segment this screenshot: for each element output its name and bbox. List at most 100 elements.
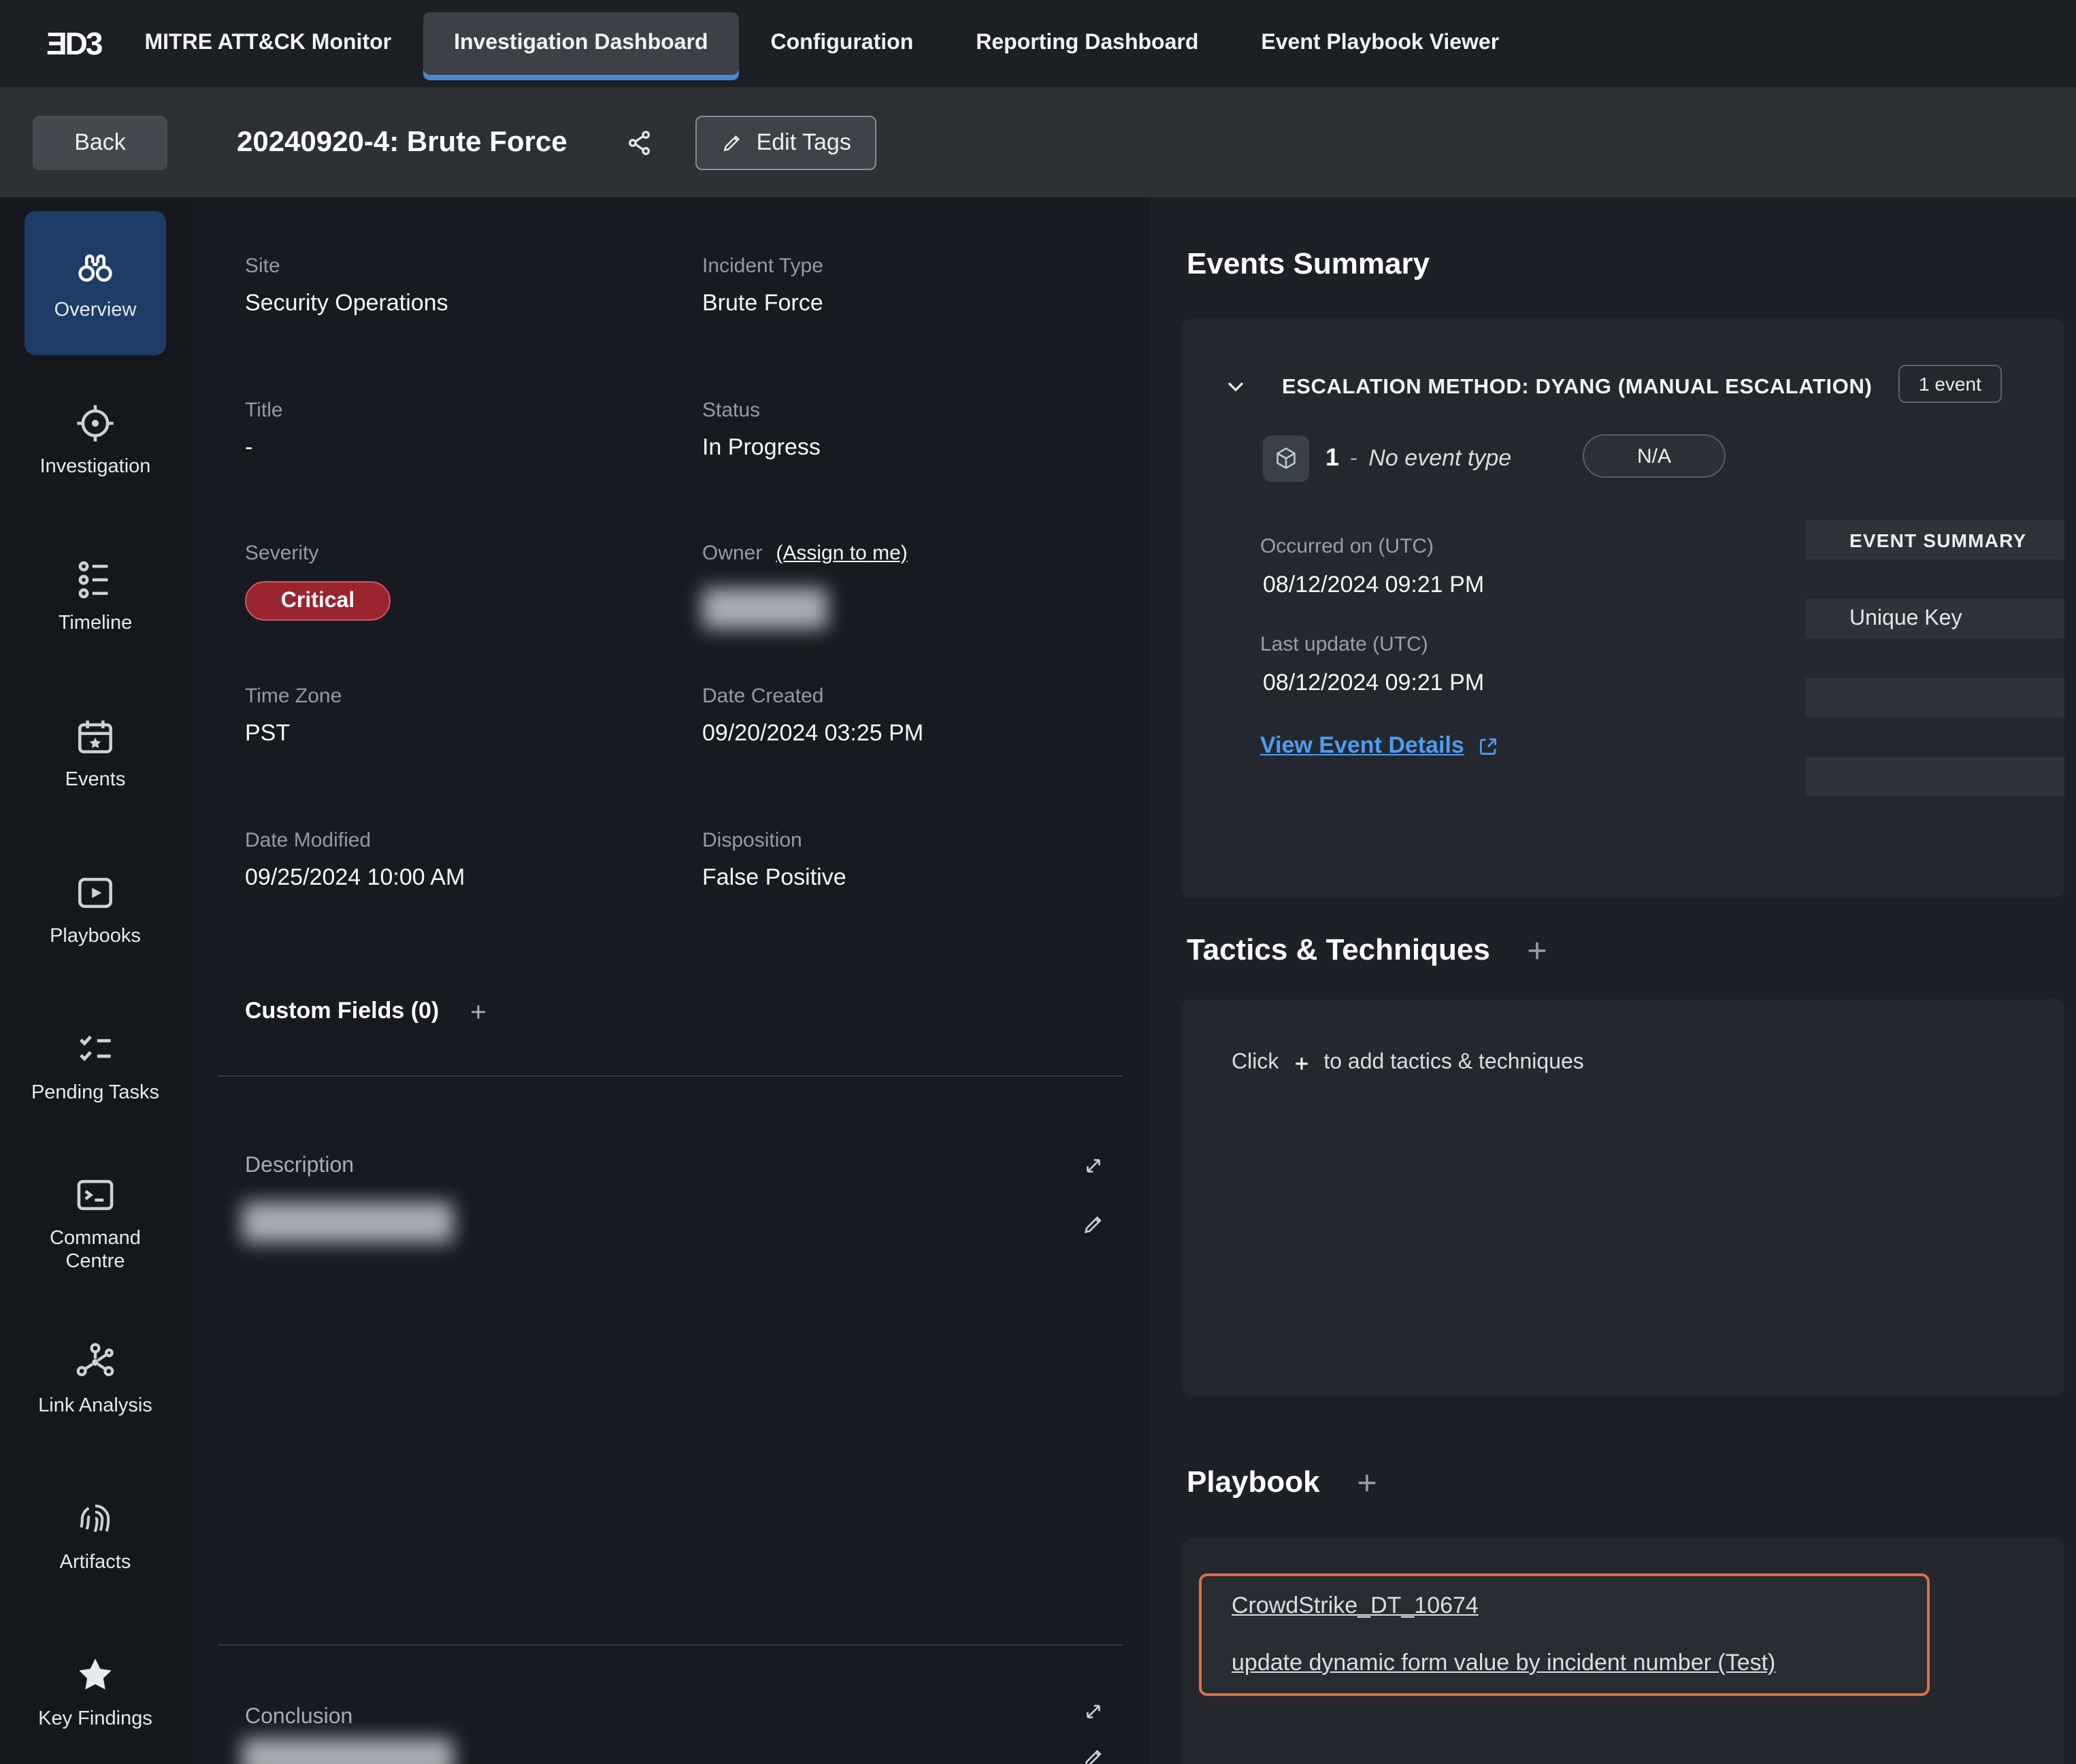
assign-to-me-link[interactable]: (Assign to me) [776, 542, 907, 565]
incident-details-panel: Site Security Operations Incident Type B… [191, 197, 1150, 1764]
share-icon[interactable] [625, 127, 655, 157]
sidebar-item-events[interactable]: Events [24, 681, 166, 825]
timeline-icon [72, 557, 118, 603]
sidebar-item-label: Command Centre [24, 1228, 166, 1273]
sidebar-item-pending-tasks[interactable]: Pending Tasks [24, 994, 166, 1138]
event-dash: - [1350, 444, 1357, 472]
star-icon [72, 1652, 118, 1699]
events-summary-card: ESCALATION METHOD: DYANG (MANUAL ESCALAT… [1181, 318, 2064, 898]
tactics-techniques-title: Tactics & Techniques [1187, 932, 1551, 968]
add-custom-field-icon[interactable] [466, 1000, 489, 1023]
event-summary-table: EVENT SUMMARY Unique Key [1806, 520, 2064, 836]
conclusion-redacted-content [242, 1738, 453, 1764]
event-number: 1 [1325, 444, 1339, 472]
cube-icon [1272, 445, 1300, 472]
field-value: 09/20/2024 03:25 PM [702, 720, 923, 747]
occurred-on-value: 08/12/2024 09:21 PM [1263, 572, 1484, 599]
expand-conclusion-icon[interactable] [1082, 1700, 1105, 1723]
nav-item-configuration[interactable]: Configuration [740, 0, 945, 87]
field-label: Date Modified [245, 829, 465, 852]
sidebar-item-key-findings[interactable]: Key Findings [24, 1620, 166, 1764]
playbook-link-crowdstrike[interactable]: CrowdStrike_DT_10674 [1232, 1592, 1897, 1620]
nav-item-mitre-monitor[interactable]: MITRE ATT&CK Monitor [114, 0, 423, 87]
edit-description-icon[interactable] [1082, 1213, 1105, 1236]
field-incident-type: Incident Type Brute Force [702, 255, 823, 317]
chevron-down-icon[interactable] [1222, 373, 1249, 400]
sidebar-item-label: Events [65, 769, 126, 791]
table-row [1806, 757, 2064, 796]
terminal-icon [72, 1172, 118, 1218]
plus-icon [1291, 1053, 1311, 1073]
na-badge: N/A [1583, 434, 1726, 478]
table-row [1806, 717, 2064, 757]
field-label: Date Created [702, 685, 923, 708]
fingerprint-icon [72, 1496, 118, 1542]
field-label: Site [245, 255, 448, 278]
sidebar-item-label: Artifacts [60, 1552, 131, 1574]
field-label: Disposition [702, 829, 846, 852]
field-value: PST [245, 720, 342, 747]
occurred-on-label: Occurred on (UTC) [1260, 535, 1434, 558]
d3-logo: ƎD3 [46, 0, 101, 87]
sidebar-item-label: Investigation [40, 456, 151, 478]
edit-tags-button[interactable]: Edit Tags [695, 115, 877, 169]
sidebar-item-label: Overview [54, 299, 137, 322]
incident-header: Back 20240920-4: Brute Force Edit Tags [0, 87, 2076, 197]
last-update-label: Last update (UTC) [1260, 633, 1428, 656]
sidebar-item-command-centre[interactable]: Command Centre [24, 1150, 166, 1294]
overview-right-panel: Events Summary ESCALATION METHOD: DYANG … [1150, 197, 2076, 1764]
field-date-modified: Date Modified 09/25/2024 10:00 AM [245, 829, 465, 892]
field-value: Security Operations [245, 290, 448, 317]
crosshair-icon [72, 400, 118, 446]
description-section: Description [245, 1154, 354, 1179]
nav-item-reporting-dashboard[interactable]: Reporting Dashboard [944, 0, 1230, 87]
description-redacted-content [242, 1202, 453, 1243]
divider [218, 1644, 1123, 1646]
playbook-highlight-box: CrowdStrike_DT_10674 update dynamic form… [1199, 1573, 1930, 1696]
field-value: False Positive [702, 864, 846, 892]
back-button[interactable]: Back [33, 115, 167, 169]
last-update-value: 08/12/2024 09:21 PM [1263, 670, 1484, 697]
expand-description-icon[interactable] [1082, 1154, 1105, 1177]
owner-redacted-value [702, 588, 827, 629]
view-event-details-link[interactable]: View Event Details [1260, 732, 1500, 760]
sidebar-item-link-analysis[interactable]: Link Analysis [24, 1307, 166, 1451]
play-icon [72, 870, 118, 916]
event-type-icon-box [1263, 436, 1309, 482]
field-value: In Progress [702, 434, 821, 461]
edit-conclusion-icon[interactable] [1082, 1746, 1105, 1764]
sidebar-item-label: Pending Tasks [31, 1082, 159, 1105]
sidebar-item-playbooks[interactable]: Playbooks [24, 837, 166, 981]
custom-fields-row: Custom Fields (0) [245, 998, 489, 1025]
field-disposition: Disposition False Positive [702, 829, 846, 892]
incident-title: 20240920-4: Brute Force [237, 126, 567, 159]
table-row [1806, 559, 2064, 599]
sidebar-item-timeline[interactable]: Timeline [24, 524, 166, 668]
field-severity: Severity Critical [245, 542, 391, 621]
table-row [1806, 638, 2064, 678]
playbook-link-update-form[interactable]: update dynamic form value by incident nu… [1232, 1650, 1897, 1677]
app-root: ƎD3 MITRE ATT&CK Monitor Investigation D… [0, 0, 2076, 1764]
field-date-created: Date Created 09/20/2024 03:25 PM [702, 685, 923, 747]
nav-item-event-playbook-viewer[interactable]: Event Playbook Viewer [1230, 0, 1530, 87]
field-label: Status [702, 399, 821, 422]
tactics-empty-hint: Click to add tactics & techniques [1232, 1051, 1584, 1075]
add-tactics-icon[interactable] [1523, 936, 1551, 964]
field-owner: Owner (Assign to me) [702, 542, 908, 577]
event-count-badge: 1 event [1898, 365, 2002, 403]
event-type: No event type [1368, 444, 1511, 472]
field-value: 09/25/2024 10:00 AM [245, 864, 465, 892]
sidebar-item-overview[interactable]: Overview [24, 211, 166, 355]
network-icon [72, 1339, 118, 1386]
sidebar-item-artifacts[interactable]: Artifacts [24, 1463, 166, 1607]
playbook-card: CrowdStrike_DT_10674 update dynamic form… [1181, 1538, 2064, 1764]
add-playbook-icon[interactable] [1353, 1468, 1381, 1497]
events-summary-title: Events Summary [1187, 246, 1430, 282]
table-row [1806, 678, 2064, 717]
severity-badge: Critical [245, 581, 391, 621]
field-value: - [245, 434, 283, 461]
sidebar-item-label: Key Findings [38, 1708, 152, 1731]
nav-item-investigation-dashboard[interactable]: Investigation Dashboard [423, 12, 739, 75]
field-label: Time Zone [245, 685, 342, 708]
sidebar-item-investigation[interactable]: Investigation [24, 368, 166, 512]
